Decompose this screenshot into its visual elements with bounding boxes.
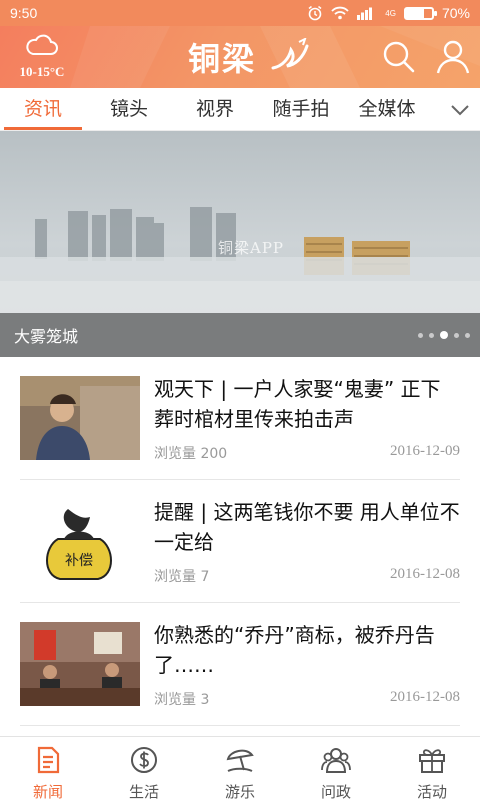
banner-watermark: 铜梁APP [218, 239, 285, 257]
nav-gov[interactable]: 问政 [288, 737, 384, 800]
status-time: 9:50 [10, 5, 38, 21]
nav-news-label: 新闻 [32, 783, 63, 800]
carousel-dot[interactable] [454, 332, 459, 338]
weather-temperature: 10-15°C [19, 64, 65, 79]
nav-gov-label: 问政 [320, 783, 351, 800]
news-item[interactable]: 你熟悉的“乔丹”商标，被乔丹告了…… 浏览量 3 2016-12-08 [20, 603, 460, 726]
battery-percent: 70% [441, 5, 470, 21]
news-title: 提醒 | 这两笔钱你不要 用人单位不一定给 [154, 500, 460, 554]
news-thumbnail [20, 376, 140, 460]
news-views: 浏览量 7 [154, 569, 210, 585]
tab-jingtou[interactable]: 镜头 [86, 88, 172, 131]
dollar-coin-icon [131, 747, 157, 773]
dragon-logo-icon [271, 37, 309, 70]
status-icons: 4G 70% [307, 5, 470, 21]
banner-caption: 大雾笼城 [14, 327, 79, 346]
banner-carousel[interactable]: 铜梁APP 大雾笼城 [0, 131, 480, 357]
user-profile-icon[interactable] [434, 38, 472, 76]
logo-text: 铜梁 [188, 40, 257, 78]
gift-icon [419, 749, 445, 773]
nav-fun-label: 游乐 [224, 783, 255, 800]
news-date: 2016-12-08 [390, 566, 460, 582]
news-views: 浏览量 3 [154, 692, 210, 708]
search-icon[interactable] [380, 38, 418, 76]
banner-caption-bar: 大雾笼城 [0, 313, 480, 357]
nav-life[interactable]: 生活 [96, 737, 192, 800]
beach-umbrella-icon [226, 749, 254, 772]
tab-quanmeiti[interactable]: 全媒体 [344, 88, 430, 131]
news-date: 2016-12-08 [390, 689, 460, 705]
app-logo: 铜梁 [188, 34, 313, 80]
carousel-dot[interactable] [429, 332, 434, 338]
news-thumbnail: 补偿 [20, 499, 140, 583]
thumbnail-text: 补偿 [65, 553, 93, 569]
battery-fill [405, 8, 425, 18]
nav-life-label: 生活 [128, 783, 159, 800]
news-list: 观天下 | 一户人家娶“鬼妻” 正下葬时棺材里传来拍击声 浏览量 200 201… [0, 357, 480, 726]
nav-news[interactable]: 新闻 [0, 737, 96, 800]
news-item[interactable]: 补偿 提醒 | 这两笔钱你不要 用人单位不一定给 浏览量 7 2016-12-0… [20, 480, 460, 603]
carousel-dot[interactable] [418, 332, 423, 338]
chevron-down-icon[interactable] [448, 98, 472, 122]
news-icon [37, 746, 60, 774]
news-title: 你熟悉的“乔丹”商标，被乔丹告了…… [154, 623, 435, 677]
nav-activity[interactable]: 活动 [384, 737, 480, 800]
network-type: 4G [385, 8, 396, 18]
tab-suishoupai[interactable]: 随手拍 [258, 88, 344, 131]
signal-icon [357, 7, 373, 20]
weather-widget[interactable]: 10-15°C [12, 32, 72, 80]
status-bar: 9:50 4G 70% [0, 0, 480, 26]
people-icon [321, 748, 351, 773]
app-header: 10-15°C 铜梁 [0, 26, 480, 88]
alarm-icon [308, 5, 322, 21]
carousel-dot[interactable] [440, 331, 448, 339]
news-date: 2016-12-09 [390, 443, 460, 459]
bottom-navigation: 新闻 生活 游乐 问政 活动 [0, 736, 480, 800]
news-item[interactable]: 观天下 | 一户人家娶“鬼妻” 正下葬时棺材里传来拍击声 浏览量 200 201… [20, 357, 460, 480]
nav-activity-label: 活动 [416, 783, 447, 800]
news-title: 观天下 | 一户人家娶“鬼妻” 正下葬时棺材里传来拍击声 [154, 377, 441, 431]
carousel-dot[interactable] [465, 332, 470, 338]
tab-shijie[interactable]: 视界 [172, 88, 258, 131]
carousel-indicator [418, 331, 470, 339]
category-tabs: 资讯 镜头 视界 随手拍 全媒体 [0, 88, 480, 131]
battery-icon [403, 6, 437, 20]
cloud-icon [26, 34, 58, 55]
wifi-icon [331, 6, 349, 20]
news-thumbnail [20, 622, 140, 706]
tab-zixun[interactable]: 资讯 [0, 88, 86, 131]
news-views: 浏览量 200 [154, 446, 228, 462]
nav-fun[interactable]: 游乐 [192, 737, 288, 800]
